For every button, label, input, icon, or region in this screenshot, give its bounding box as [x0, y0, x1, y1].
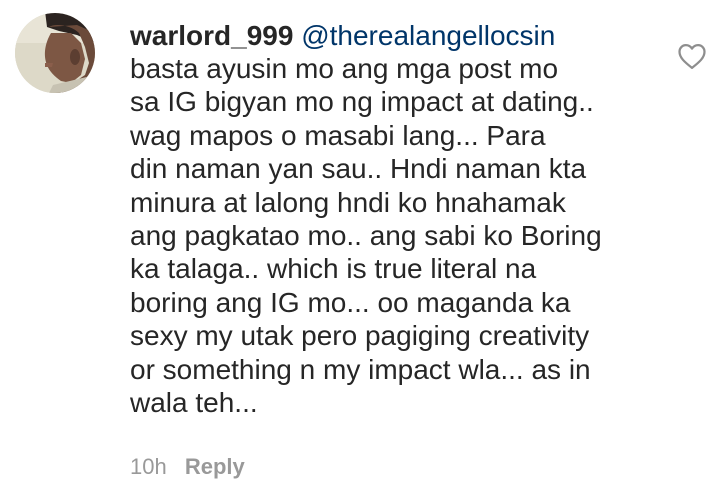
comment-meta: 10h Reply	[130, 453, 245, 481]
comment-text-line: ang pagkatao mo.. ang sabi ko Boring	[130, 220, 602, 252]
like-button[interactable]	[677, 42, 707, 70]
comment-text-line: basta ayusin mo ang mga post mo	[130, 53, 559, 84]
username-link[interactable]: warlord_999	[130, 20, 293, 51]
comment-text-line: ka talaga.. which is true literal na	[130, 253, 537, 285]
comment-text-line: sexy my utak pero pagiging creativity	[130, 320, 590, 352]
timestamp: 10h	[130, 454, 167, 479]
comment-text-line: sa IG bigyan mo ng impact at dating..	[130, 86, 594, 118]
comment-text-line: boring ang IG mo... oo maganda ka	[130, 286, 571, 318]
comment: warlord_999 @therealangellocsin basta ay…	[0, 0, 718, 495]
heart-outline-icon	[678, 44, 706, 69]
avatar-image	[15, 13, 95, 93]
comment-text-line: wag mapos o masabi lang... Para	[130, 119, 546, 151]
mention-link[interactable]: @therealangellocsin	[301, 20, 555, 51]
comment-text-line: or something n my impact wla... as in	[130, 353, 591, 385]
comment-text-line: din naman yan sau.. Hndi naman kta	[130, 153, 587, 185]
comment-header: warlord_999 @therealangellocsin	[130, 20, 690, 52]
comment-text-line: wala teh...	[130, 387, 258, 419]
comment-body: warlord_999 @therealangellocsin basta ay…	[130, 20, 690, 419]
comment-text-line: minura at lalong hndi ko hnahamak	[130, 186, 566, 218]
reply-button[interactable]: Reply	[185, 454, 245, 479]
comment-text: basta ayusin mo ang mga post mo sa IG bi…	[130, 52, 690, 419]
avatar[interactable]	[15, 13, 95, 93]
